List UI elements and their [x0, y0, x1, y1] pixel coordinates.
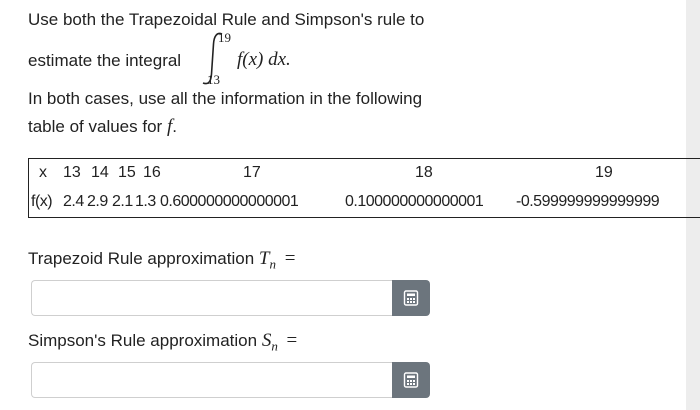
simpson-label-text: Simpson's Rule approximation — [28, 331, 258, 350]
trapezoid-calculator-button[interactable] — [392, 280, 430, 316]
simpson-answer-input[interactable] — [31, 362, 398, 398]
simpson-subscript: n — [271, 338, 278, 354]
simpson-label: Simpson's Rule approximation Sn = — [28, 330, 297, 357]
upper-limit: 19 — [218, 30, 231, 45]
table-cell-fx: 2.9 — [87, 193, 108, 210]
question-card: Use both the Trapezoidal Rule and Simpso… — [0, 0, 700, 410]
integrand: f(x) dx. — [237, 49, 291, 70]
table-cell-fx: 0.100000000000001 — [345, 193, 484, 210]
table-cell-x: 18 — [415, 164, 433, 181]
calculator-icon — [403, 290, 419, 306]
table-cell-x: 19 — [595, 164, 613, 181]
simpson-equals: = — [286, 330, 298, 351]
table-cell-fx: 0.600000000000001 — [160, 193, 299, 210]
intro-line-4-suffix: . — [172, 117, 177, 136]
calculator-icon — [403, 372, 419, 388]
intro-line-3: In both cases, use all the information i… — [28, 89, 423, 108]
table-cell-x: 16 — [143, 164, 161, 181]
trapezoid-symbol: T — [258, 248, 270, 269]
intro-line-4-prefix: table of values for — [28, 117, 163, 136]
trapezoid-answer-input[interactable] — [31, 280, 398, 316]
trapezoid-subscript: n — [269, 256, 276, 272]
lower-limit: 13 — [207, 72, 220, 87]
intro-line-2: estimate the integral — [28, 51, 182, 70]
table-cell-fx: -0.599999999999999 — [516, 193, 660, 210]
intro-line-1: Use both the Trapezoidal Rule and Simpso… — [28, 10, 425, 29]
values-table: x 13 14 15 16 17 18 19 f(x) 2.4 2.9 2.1 … — [28, 158, 700, 218]
table-cell-x: 15 — [118, 164, 136, 181]
trapezoid-equals: = — [284, 248, 296, 269]
table-cell-fx: 2.4 — [63, 193, 84, 210]
table-header-x: x — [39, 164, 47, 181]
simpson-symbol: S — [261, 330, 272, 351]
simpson-calculator-button[interactable] — [392, 362, 430, 398]
table-cell-x: 13 — [63, 164, 81, 181]
trapezoid-label-text: Trapezoid Rule approximation — [28, 249, 255, 268]
table-cell-x: 14 — [91, 164, 109, 181]
intro-line-4: table of values for f. — [28, 116, 177, 138]
table-cell-fx: 2.1 — [112, 193, 133, 210]
table-header-fx: f(x) — [31, 193, 53, 210]
table-cell-x: 17 — [243, 164, 261, 181]
table-cell-fx: 1.3 — [135, 193, 156, 210]
trapezoid-label: Trapezoid Rule approximation Tn = — [28, 248, 295, 275]
